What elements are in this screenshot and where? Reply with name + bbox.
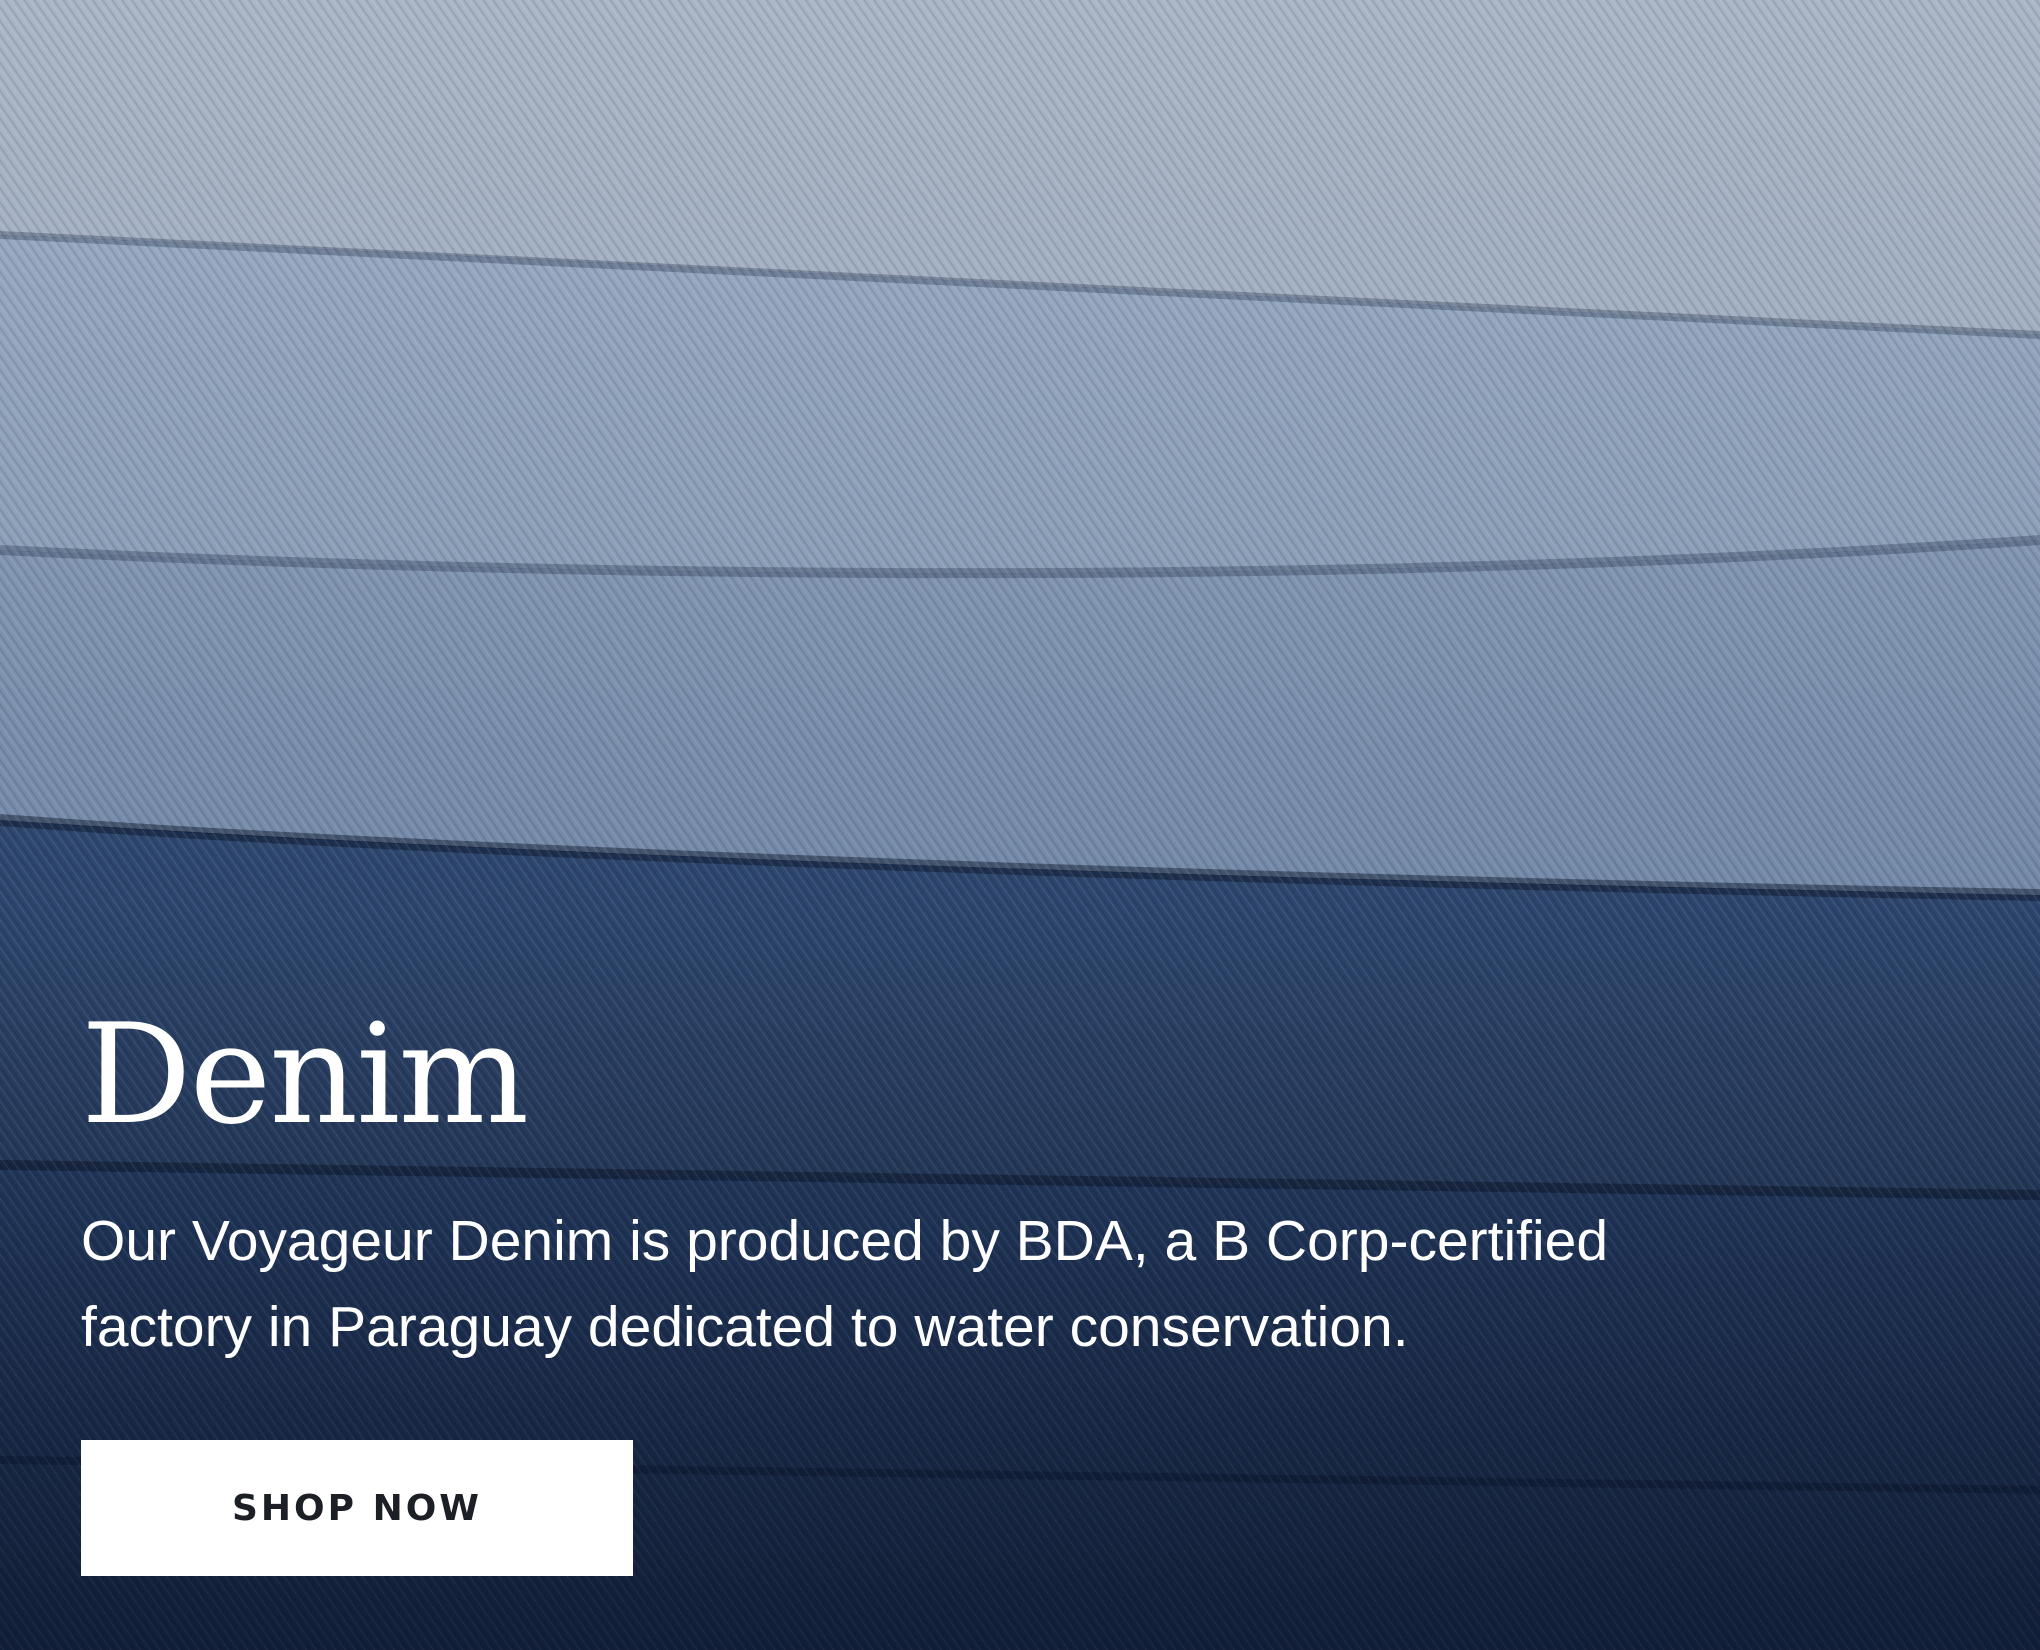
hero-description: Our Voyageur Denim is produced by BDA, a… [81,1209,1609,1359]
hero-content: Denim Our Voyageur Denim is produced by … [81,1000,1781,1576]
hero-title: Denim [81,994,529,1155]
shop-now-button[interactable]: SHOP NOW [81,1440,633,1576]
denim-hero-banner: Denim Our Voyageur Denim is produced by … [0,0,2040,1650]
